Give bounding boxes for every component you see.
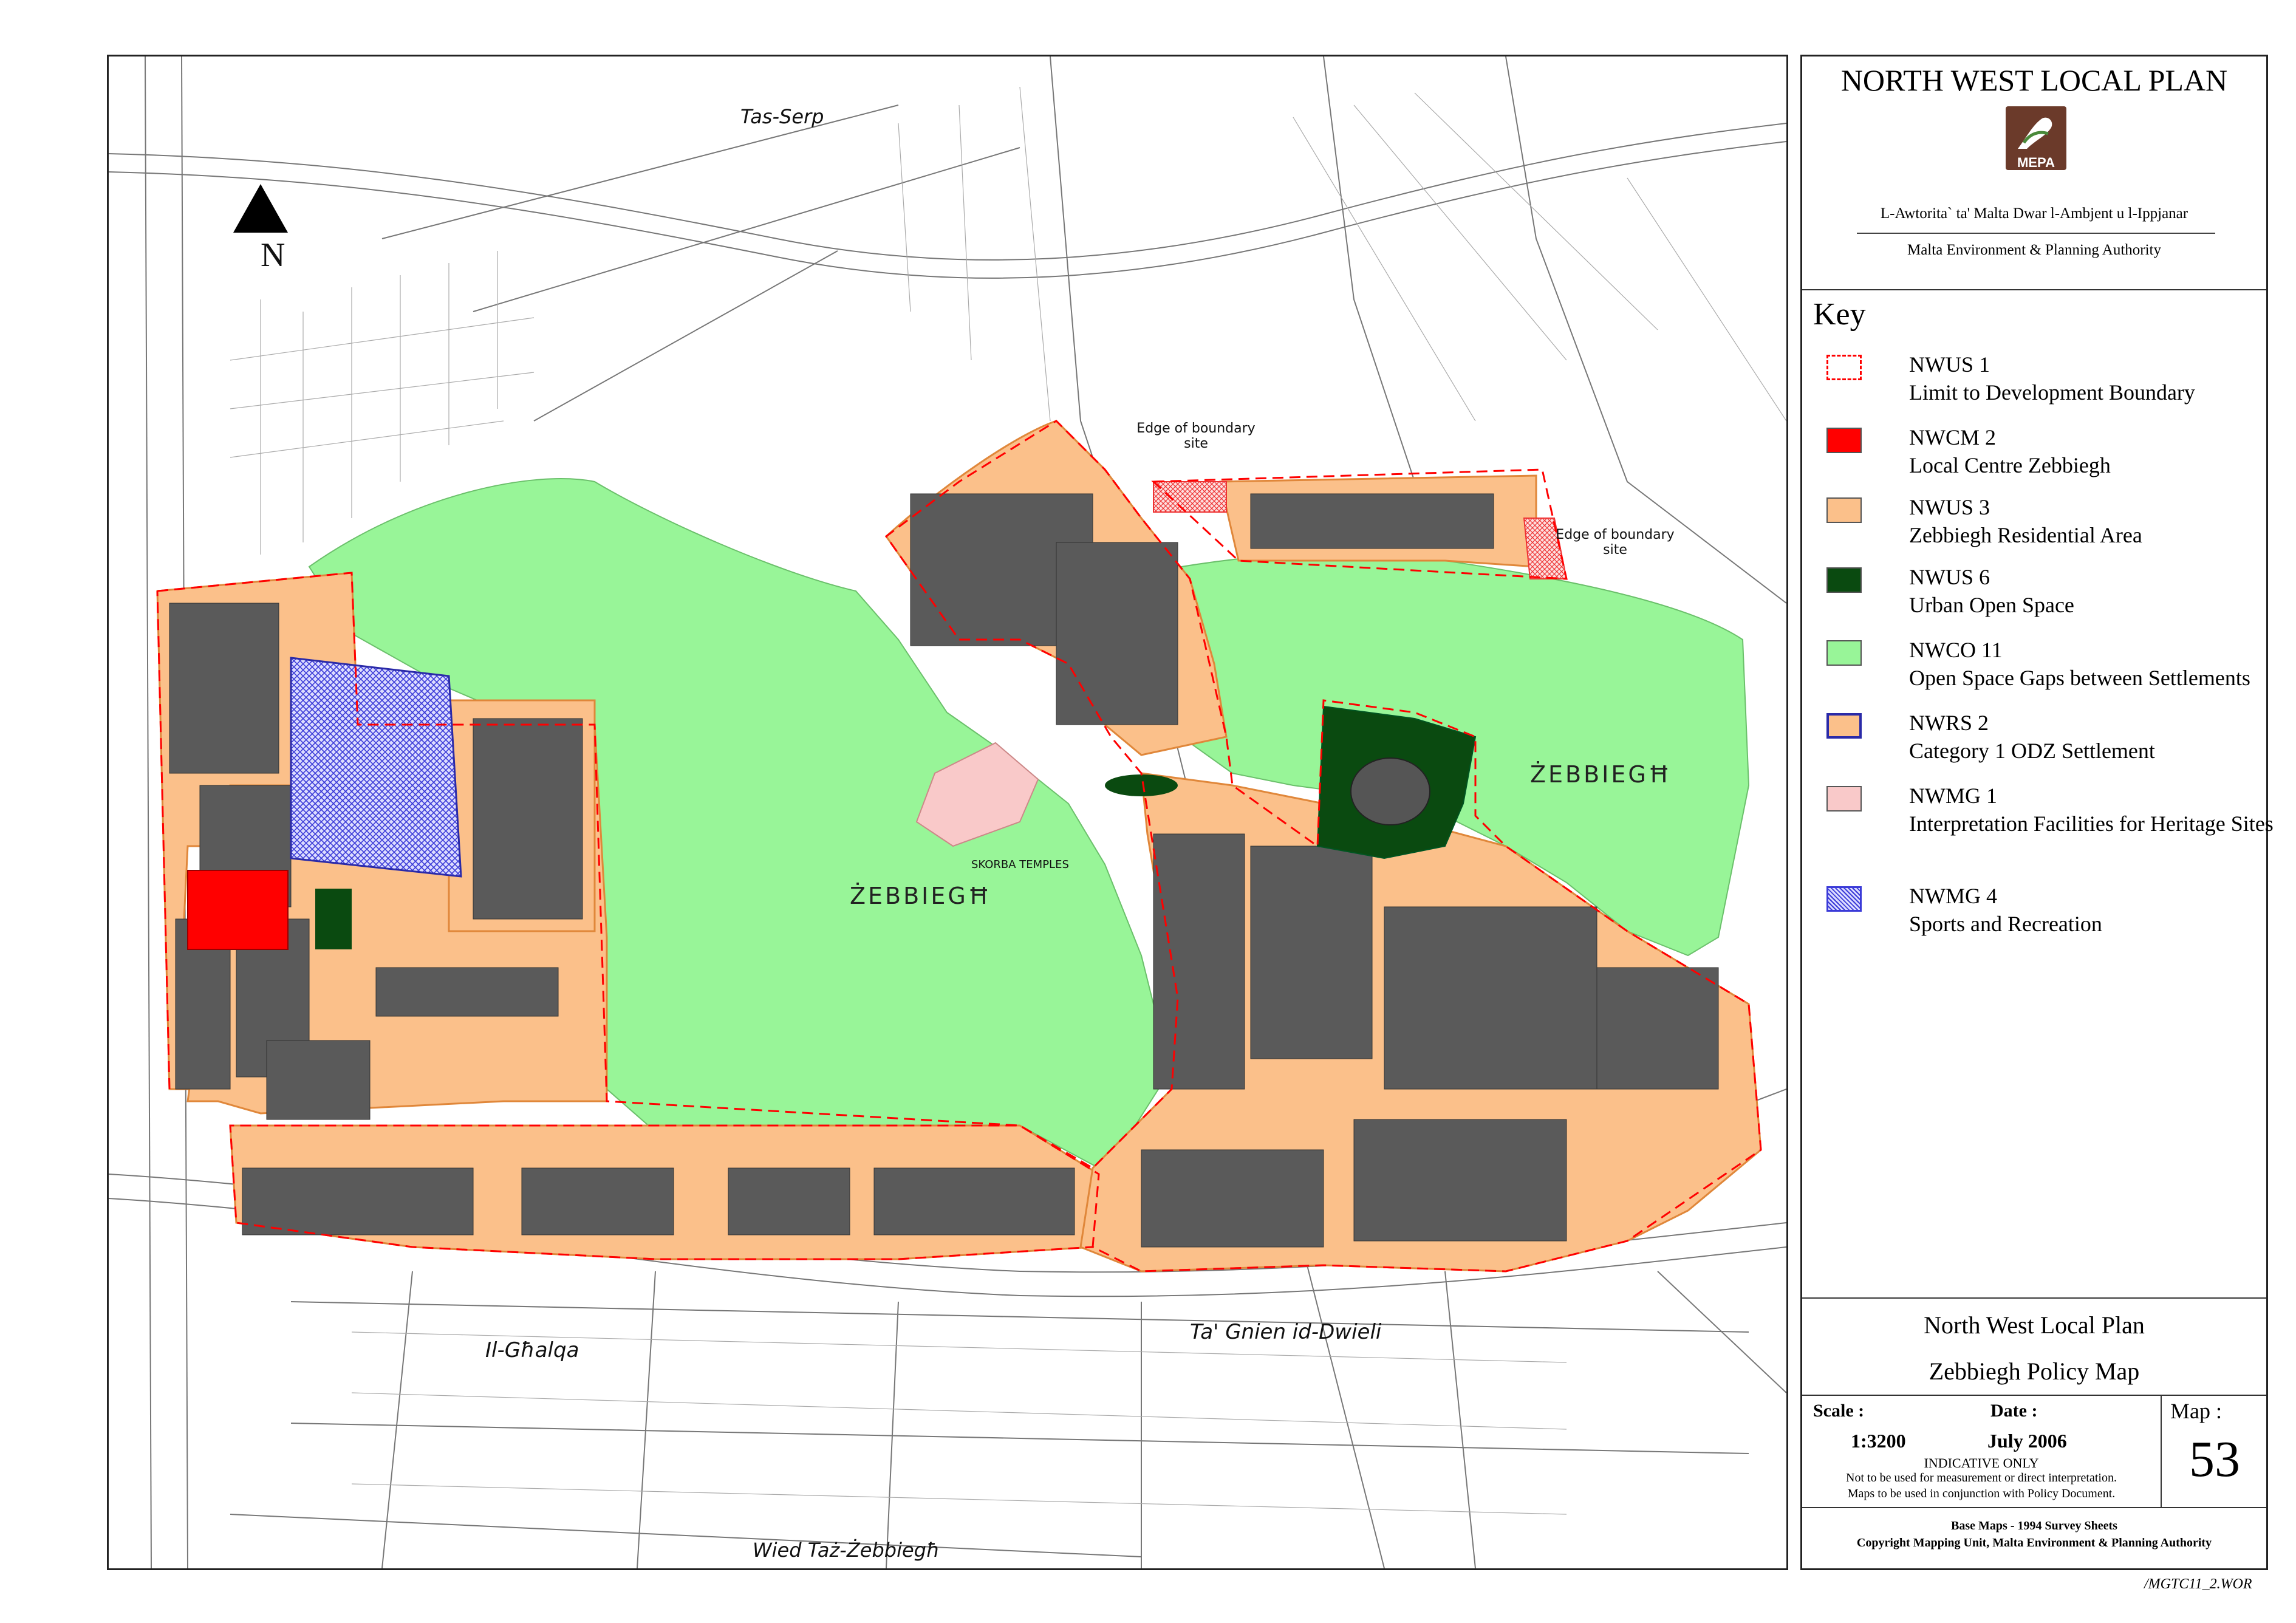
edge-of-boundary-label-1: Edge of boundary site <box>1135 421 1257 451</box>
edge-label-line1: Edge of boundary <box>1136 421 1256 436</box>
key-code: NWUS 3 <box>1909 495 1990 519</box>
plan-info-section: North West Local Plan Zebbiegh Policy Ma… <box>1802 1299 2266 1396</box>
key-description: Category 1 ODZ Settlement <box>1909 739 2155 763</box>
key-swatch <box>1826 640 1862 666</box>
local-centre <box>187 870 289 950</box>
key-code: NWMG 1 <box>1909 784 1997 808</box>
place-label-wied: Wied Taż-Żebbiegħ <box>753 1539 940 1562</box>
map-number: 53 <box>2189 1431 2240 1488</box>
header-divider <box>1857 233 2215 234</box>
place-label-tas-serp: Tas-Serp <box>740 105 824 128</box>
note-line-1: Not to be used for measurement or direct… <box>1846 1471 2117 1485</box>
place-label-il-ghalqa: Il-Għalqa <box>485 1338 579 1362</box>
scale-label: Scale : <box>1813 1401 1865 1421</box>
copyright: Copyright Mapping Unit, Malta Environmen… <box>1856 1536 2212 1550</box>
key-description: Interpretation Facilities for Heritage S… <box>1909 812 2274 836</box>
header-section: NORTH WEST LOCAL PLAN MEPA L-Awtorita` t… <box>1802 56 2266 290</box>
edge-label-line2: site <box>1184 436 1208 451</box>
key-description: Sports and Recreation <box>1909 912 2102 936</box>
base-maps-section: Base Maps - 1994 Survey Sheets Copyright… <box>1802 1508 2266 1569</box>
key-swatch <box>1826 786 1862 812</box>
north-arrow-icon <box>233 184 288 233</box>
scale-section: Scale : 1:3200 Date : July 2006 INDICATI… <box>1802 1396 2266 1508</box>
key-section: Key NWUS 1 Limit to Development Boundary N… <box>1802 290 2274 1299</box>
place-label-ta-gnien: Ta' Gnien id-Dwieli <box>1190 1320 1382 1344</box>
key-swatch <box>1826 428 1862 453</box>
bird-icon <box>2018 117 2052 149</box>
scale-value: 1:3200 <box>1851 1430 1906 1452</box>
sports-recreation <box>290 657 462 878</box>
key-code: NWUS 6 <box>1909 565 1990 589</box>
key-description: Local Centre Zebbiegh <box>1909 453 2111 477</box>
indicative-text: INDICATIVE ONLY <box>1924 1455 2039 1471</box>
edge-label-line2: site <box>1603 542 1627 558</box>
date-label: Date : <box>1990 1401 2038 1421</box>
place-label-zebbiegh-west: ŻEBBIEGĦ <box>850 883 992 909</box>
key-swatch <box>1826 713 1862 739</box>
map-canvas <box>109 56 1786 1568</box>
plan-title: NORTH WEST LOCAL PLAN <box>1840 63 2228 97</box>
file-reference: /MGTC11_2.WOR <box>2144 1576 2252 1592</box>
date-value: July 2006 <box>1987 1430 2067 1452</box>
place-label-zebbiegh-east: ŻEBBIEGĦ <box>1530 761 1672 788</box>
key-description: Limit to Development Boundary <box>1909 380 2195 405</box>
key-code: NWCO 11 <box>1909 638 2003 662</box>
policy-map[interactable]: N Tas-Serp ŻEBBIEGĦ ŻEBBIEGĦ SKORBA TEMP… <box>107 55 1788 1570</box>
map-title: Zebbiegh Policy Map <box>1929 1358 2140 1385</box>
map-label: Map : <box>2170 1399 2222 1423</box>
key-heading: Key <box>1813 297 1866 332</box>
place-label-skorba: SKORBA TEMPLES <box>971 858 1069 871</box>
key-code: NWMG 4 <box>1909 884 1997 908</box>
key-description: Zebbiegh Residential Area <box>1909 523 2142 547</box>
mepa-logo: MEPA <box>2006 106 2066 170</box>
authority-maltese: L-Awtorita` ta' Malta Dwar l-Ambjent u l… <box>1880 205 2188 222</box>
key-code: NWRS 2 <box>1909 711 1989 735</box>
key-swatch <box>1826 567 1862 593</box>
key-description: Urban Open Space <box>1909 593 2074 617</box>
legend-panel: NORTH WEST LOCAL PLAN MEPA L-Awtorita` t… <box>1800 55 2274 1570</box>
logo-text: MEPA <box>2017 155 2055 170</box>
key-description: Open Space Gaps between Settlements <box>1909 666 2250 690</box>
note-line-2: Maps to be used in conjunction with Poli… <box>1847 1487 2116 1500</box>
north-label: N <box>261 236 285 274</box>
authority-english: Malta Environment & Planning Authority <box>1907 242 2162 258</box>
key-swatch <box>1826 355 1862 380</box>
key-swatch <box>1826 497 1862 523</box>
edge-of-boundary-label-2: Edge of boundary site <box>1554 527 1676 558</box>
edge-label-line1: Edge of boundary <box>1556 527 1675 542</box>
key-code: NWUS 1 <box>1909 352 1990 377</box>
key-code: NWCM 2 <box>1909 425 1996 449</box>
key-swatch <box>1826 886 1862 912</box>
base-maps: Base Maps - 1994 Survey Sheets <box>1951 1519 2117 1532</box>
map-number-box: Map : 53 <box>2161 1396 2267 1507</box>
plan-name: North West Local Plan <box>1924 1311 2145 1339</box>
